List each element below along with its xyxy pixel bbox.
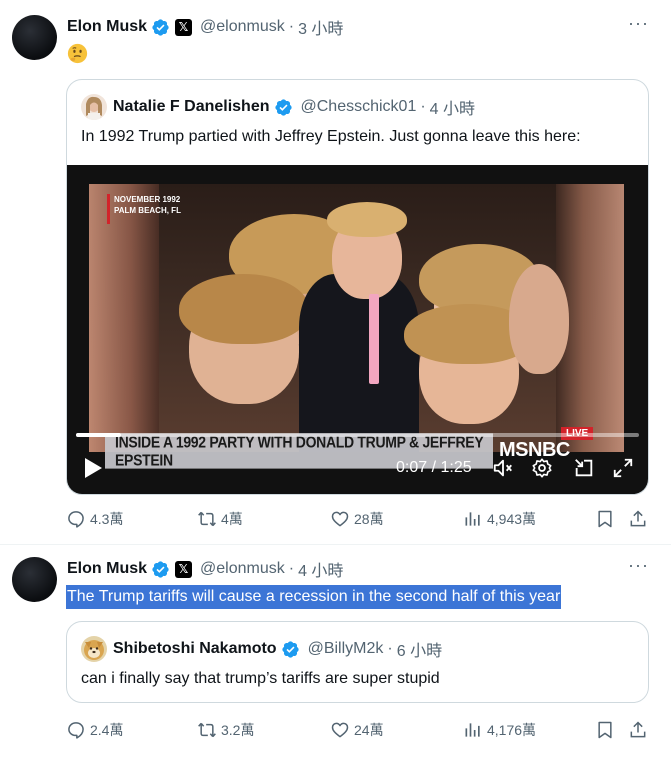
author-name[interactable]: Elon Musk <box>67 560 147 578</box>
reply-count: 4.3萬 <box>90 511 124 527</box>
post-elon-musk-1[interactable]: Elon Musk 𝕏 @elonmusk · 3 小時 ··· Natalie… <box>0 0 671 545</box>
dot-separator: · <box>387 640 393 657</box>
views-button[interactable]: 4,176萬 <box>463 718 536 742</box>
dot-separator: · <box>288 560 295 577</box>
quoted-post[interactable]: Shibetoshi Nakamoto @BillyM2k · 6 小時 can… <box>66 621 649 703</box>
quoted-author-handle[interactable]: @Chesschick01 <box>301 98 417 116</box>
bookmark-icon <box>598 510 612 528</box>
views-button[interactable]: 4,943萬 <box>463 507 536 531</box>
blurred-edge-left <box>89 184 159 452</box>
verified-badge-icon <box>281 640 299 658</box>
repost-button[interactable]: 3.2萬 <box>197 718 254 742</box>
more-options-button[interactable]: ··· <box>628 556 649 574</box>
repost-icon <box>198 511 216 527</box>
quoted-post-text: can i finally say that trump’s tariffs a… <box>81 670 440 687</box>
share-button[interactable] <box>628 718 652 742</box>
quoted-post-time[interactable]: 4 小時 <box>430 95 475 119</box>
heart-icon <box>331 511 349 527</box>
quoted-post-time[interactable]: 6 小時 <box>397 637 442 661</box>
fullscreen-icon[interactable] <box>612 457 634 479</box>
video-frame <box>89 184 624 452</box>
quoted-author-name[interactable]: Natalie F Danelishen <box>113 98 270 116</box>
reply-icon <box>68 511 84 528</box>
date-overlay-line2: PALM BEACH, FL <box>114 206 181 215</box>
reply-button[interactable]: 4.3萬 <box>66 507 123 531</box>
crowd-figure <box>179 274 309 344</box>
crowd-figure <box>327 202 407 237</box>
post-time[interactable]: 3 小時 <box>298 15 343 39</box>
avatar[interactable] <box>12 15 57 60</box>
repost-icon <box>198 722 216 738</box>
crowd-figure <box>369 294 379 384</box>
post-header: Elon Musk 𝕏 @elonmusk · 4 小時 <box>67 558 343 580</box>
verified-badge-icon <box>152 18 169 36</box>
more-options-button[interactable]: ··· <box>628 14 649 32</box>
post-elon-musk-2[interactable]: Elon Musk 𝕏 @elonmusk · 4 小時 ··· The Tru… <box>0 546 671 759</box>
like-button[interactable]: 24萬 <box>330 718 384 742</box>
dot-separator: · <box>288 18 295 35</box>
author-handle[interactable]: @elonmusk <box>200 18 285 36</box>
post-actions: 2.4萬 3.2萬 24萬 4,176萬 <box>66 718 656 742</box>
bookmark-icon <box>598 721 612 739</box>
reply-icon <box>68 722 84 739</box>
crowd-figure <box>509 264 569 374</box>
repost-count: 3.2萬 <box>221 722 255 738</box>
play-icon[interactable] <box>82 456 104 480</box>
share-icon <box>630 721 646 738</box>
picture-in-picture-icon[interactable] <box>573 457 595 479</box>
repost-button[interactable]: 4萬 <box>197 507 243 531</box>
share-button[interactable] <box>628 507 652 531</box>
video-player[interactable]: NOVEMBER 1992 PALM BEACH, FL INSIDE A 19… <box>67 165 648 494</box>
video-progress-bar[interactable] <box>76 433 639 437</box>
author-name[interactable]: Elon Musk <box>67 18 147 36</box>
post-text-selected: The Trump tariffs will cause a recession… <box>66 585 562 609</box>
avatar[interactable] <box>12 557 57 602</box>
quoted-author-avatar[interactable] <box>81 636 107 662</box>
reply-button[interactable]: 2.4萬 <box>66 718 123 742</box>
video-time: 0:07 / 1:25 <box>396 459 472 476</box>
post-header: Elon Musk 𝕏 @elonmusk · 3 小時 <box>67 16 343 38</box>
quoted-author-name[interactable]: Shibetoshi Nakamoto <box>113 640 277 658</box>
x-affiliate-badge-icon: 𝕏 <box>175 18 193 36</box>
dot-separator: · <box>420 98 426 115</box>
thinking-face-emoji-icon <box>67 43 88 64</box>
views-chart-icon <box>465 723 480 737</box>
post-time[interactable]: 4 小時 <box>298 557 343 581</box>
like-count: 24萬 <box>354 722 384 738</box>
views-chart-icon <box>465 512 480 526</box>
video-progress-fill <box>76 433 122 437</box>
date-overlay: NOVEMBER 1992 PALM BEACH, FL <box>107 194 189 224</box>
settings-gear-icon[interactable] <box>531 457 553 479</box>
share-icon <box>630 510 646 527</box>
bookmark-button[interactable] <box>595 507 619 531</box>
quoted-author-avatar[interactable] <box>81 94 107 120</box>
crowd-figure <box>299 274 419 452</box>
quoted-post-header: Shibetoshi Nakamoto @BillyM2k · 6 小時 <box>81 636 442 662</box>
repost-count: 4萬 <box>221 511 243 527</box>
quoted-author-handle[interactable]: @BillyM2k <box>308 640 384 658</box>
volume-muted-icon[interactable] <box>492 457 514 479</box>
heart-icon <box>331 722 349 738</box>
quoted-post-text: In 1992 Trump partied with Jeffrey Epste… <box>81 128 581 145</box>
like-button[interactable]: 28萬 <box>330 507 384 531</box>
post-actions: 4.3萬 4萬 28萬 4,943萬 <box>66 507 656 531</box>
view-count: 4,943萬 <box>487 511 537 527</box>
bookmark-button[interactable] <box>595 718 619 742</box>
verified-badge-icon <box>152 560 169 578</box>
reply-count: 2.4萬 <box>90 722 124 738</box>
quoted-post[interactable]: Natalie F Danelishen @Chesschick01 · 4 小… <box>66 79 649 495</box>
verified-badge-icon <box>274 98 292 116</box>
date-overlay-line1: NOVEMBER 1992 <box>114 195 181 204</box>
like-count: 28萬 <box>354 511 384 527</box>
author-handle[interactable]: @elonmusk <box>200 560 285 578</box>
x-affiliate-badge-icon: 𝕏 <box>175 560 193 578</box>
quoted-post-header: Natalie F Danelishen @Chesschick01 · 4 小… <box>81 94 475 120</box>
view-count: 4,176萬 <box>487 722 537 738</box>
